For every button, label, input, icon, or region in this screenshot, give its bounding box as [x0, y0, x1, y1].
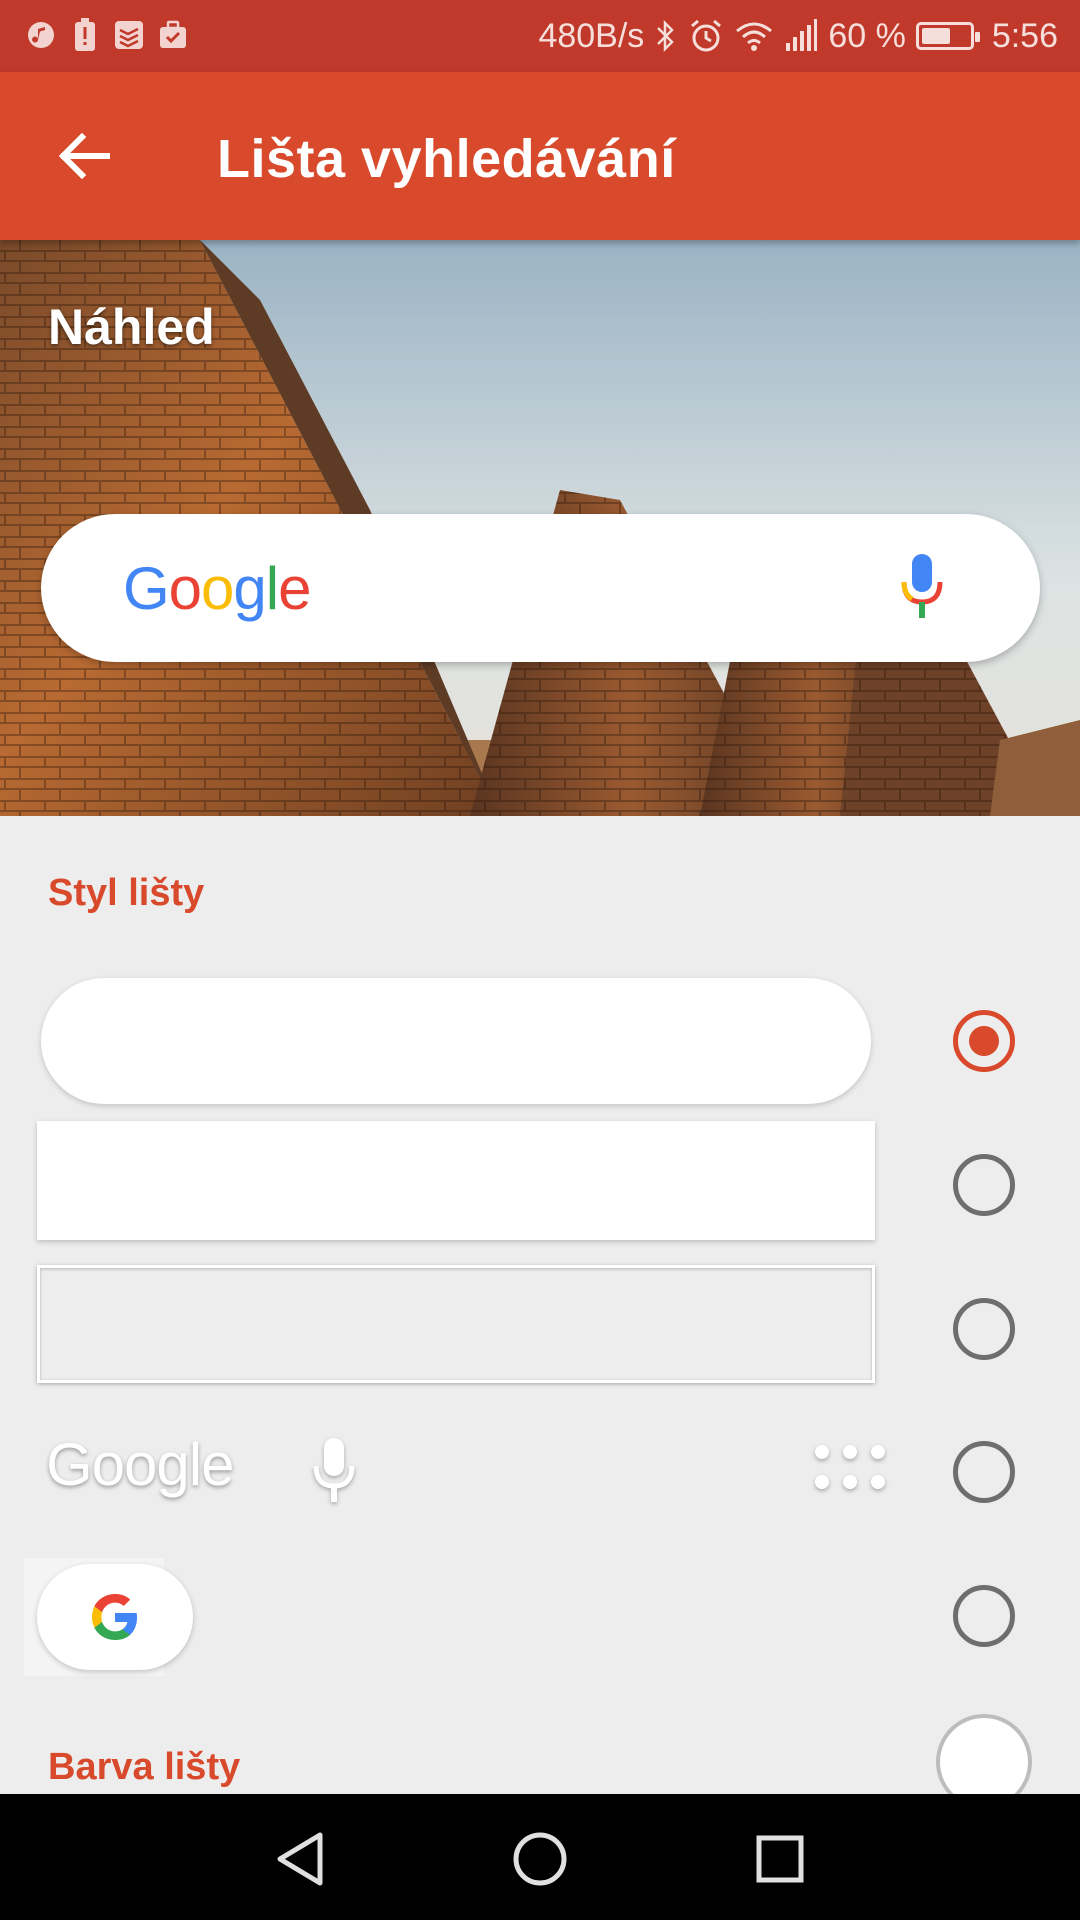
google-g-icon — [92, 1594, 137, 1640]
system-status: 480B/s 60 % 5:56 — [538, 14, 1058, 58]
google-logo-letter: o — [201, 555, 234, 622]
style-option-rectangle[interactable] — [37, 1121, 875, 1240]
status-bar: 480B/s 60 % 5:56 — [0, 0, 1080, 72]
google-logo-letter: g — [233, 555, 266, 622]
nav-recents-button[interactable] — [745, 1824, 815, 1894]
google-search-bar-preview: Google — [41, 514, 1040, 662]
page-title: Lišta vyhledávání — [217, 129, 676, 189]
circle-home-icon — [513, 1832, 567, 1886]
nav-home-button[interactable] — [505, 1824, 575, 1894]
google-logo-letter: o — [168, 555, 202, 622]
clock: 5:56 — [991, 16, 1058, 55]
work-check-icon — [158, 18, 188, 52]
todoist-icon — [114, 18, 144, 52]
radio-style-outline[interactable] — [953, 1298, 1015, 1360]
radio-style-rectangle[interactable] — [953, 1154, 1015, 1216]
style-option-outline[interactable] — [37, 1265, 875, 1383]
apps-dots-icon — [814, 1444, 886, 1497]
style-option-pill[interactable] — [41, 978, 871, 1104]
style-option-g-chip[interactable] — [37, 1564, 193, 1670]
radio-style-g-chip[interactable] — [953, 1585, 1015, 1647]
mic-icon — [900, 554, 944, 625]
nav-back-button[interactable] — [265, 1824, 335, 1894]
square-recents-icon — [756, 1835, 804, 1883]
section-title-style: Styl lišty — [48, 872, 205, 914]
signal-icon — [786, 19, 818, 51]
battery-percent: 60 % — [828, 16, 906, 55]
app-bar: Lišta vyhledávání — [0, 72, 1080, 240]
radio-style-pill[interactable] — [953, 1010, 1015, 1072]
google-logo-white: Google — [46, 1431, 234, 1498]
navigation-bar — [0, 1794, 1080, 1920]
section-title-color: Barva lišty — [48, 1746, 241, 1788]
back-button[interactable] — [48, 120, 120, 192]
preview-panel: Náhled Google — [0, 240, 1080, 816]
mic-icon — [312, 1438, 356, 1511]
notification-icons — [26, 18, 188, 52]
battery-level — [921, 28, 950, 44]
google-logo-letter: l — [265, 555, 279, 622]
google-logo-letter: G — [123, 555, 170, 622]
music-icon — [26, 18, 56, 52]
style-option-text-only[interactable]: Google — [44, 1410, 894, 1530]
wifi-icon — [736, 22, 773, 51]
battery-alert-icon — [70, 18, 100, 52]
google-logo: Google — [123, 554, 312, 623]
net-speed: 480B/s — [538, 16, 645, 55]
alarm-icon — [691, 19, 722, 52]
arrow-back-icon — [58, 133, 110, 179]
radio-style-text-only[interactable] — [953, 1441, 1015, 1503]
google-logo-letter: e — [278, 555, 311, 622]
bluetooth-icon — [657, 19, 675, 53]
preview-label: Náhled — [48, 299, 215, 355]
triangle-back-icon — [277, 1832, 323, 1886]
battery-icon — [915, 22, 980, 50]
